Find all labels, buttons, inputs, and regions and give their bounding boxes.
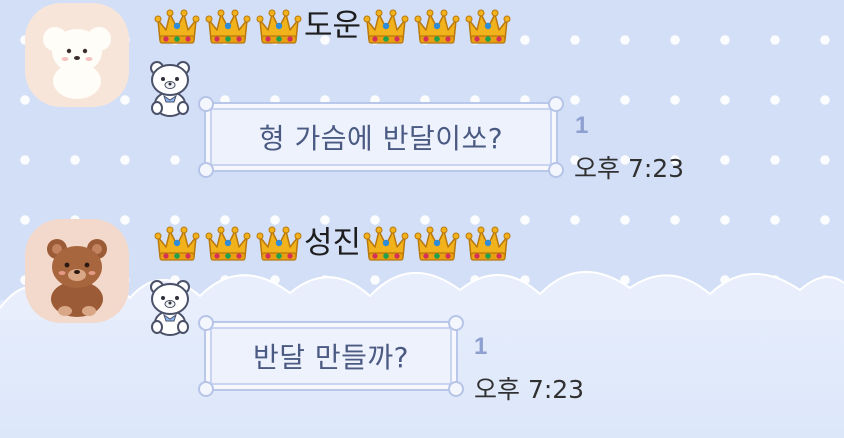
sender-name-row: 성진 <box>154 221 511 265</box>
crown-icon <box>256 6 302 46</box>
sender-avatar[interactable] <box>25 219 129 323</box>
bubble-corner-decoration <box>198 96 214 112</box>
message-timestamp: 오후 7:23 <box>574 154 685 183</box>
white-bear-sticker-icon <box>144 58 196 118</box>
crown-icon <box>205 223 251 263</box>
crown-icon <box>414 6 460 46</box>
sender-name: 성진 <box>304 225 362 261</box>
message-timestamp: 오후 7:23 <box>474 375 585 404</box>
crown-icon <box>256 223 302 263</box>
crown-decoration-right <box>363 223 511 263</box>
message-text: 형 가슴에 반달이쏘? <box>258 122 504 155</box>
bubble-corner-decoration <box>448 381 464 397</box>
bubble-corner-decoration <box>198 315 214 331</box>
crown-icon <box>154 223 200 263</box>
crown-decoration-right <box>363 6 511 46</box>
crown-decoration-left <box>154 223 302 263</box>
sender-name: 도운 <box>304 8 362 44</box>
crown-icon <box>414 223 460 263</box>
crown-icon <box>465 223 511 263</box>
bubble-corner-decoration <box>198 381 214 397</box>
bubble-corner-decoration <box>548 96 564 112</box>
crown-icon <box>363 6 409 46</box>
brown-bear-avatar-icon <box>47 239 107 317</box>
message-text: 반달 만들까? <box>252 341 410 374</box>
sender-name-row: 도운 <box>154 4 511 48</box>
bubble-corner-decoration <box>448 315 464 331</box>
crown-icon <box>205 6 251 46</box>
white-puppy-avatar-icon <box>43 27 111 99</box>
unread-count: 1 <box>575 112 589 139</box>
bubble-corner-decoration <box>548 162 564 178</box>
crown-icon <box>465 6 511 46</box>
crown-decoration-left <box>154 6 302 46</box>
white-bear-sticker-icon <box>144 277 196 337</box>
sender-avatar[interactable] <box>25 3 129 107</box>
message-bubble[interactable]: 형 가슴에 반달이쏘? <box>198 96 564 178</box>
crown-icon <box>363 223 409 263</box>
bubble-corner-decoration <box>198 162 214 178</box>
crown-icon <box>154 6 200 46</box>
message-bubble[interactable]: 반달 만들까? <box>198 315 464 397</box>
unread-count: 1 <box>474 333 488 360</box>
